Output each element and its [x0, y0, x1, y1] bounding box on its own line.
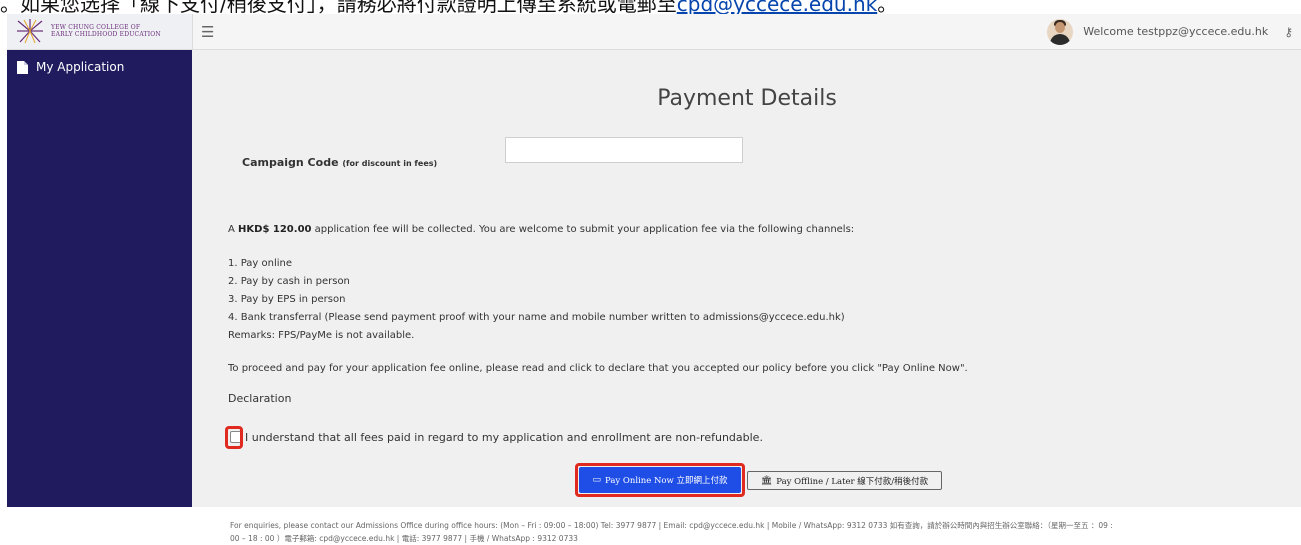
campaign-code-label: Campaign Code (for discount in fees) [242, 156, 437, 169]
user-area: Welcome testppz@yccece.edu.hk ⚷ [1047, 18, 1293, 45]
main-content: Payment Details Campaign Code (for disco… [193, 50, 1301, 543]
top-bar: YEW CHUNG COLLEGE OF EARLY CHILDHOOD EDU… [7, 14, 1301, 50]
brand-line2: EARLY CHILDHOOD EDUCATION [51, 31, 161, 38]
document-text-strip: 。如果您选择「線下支付/稍後支付」，請務必將付款證明上傳至系統或電郵至cpd@y… [0, 0, 1301, 14]
doc-strip-text: 。如果您选择「線下支付/稍後支付」，請務必將付款證明上傳至系統或電郵至cpd@y… [0, 0, 897, 14]
brand-logo[interactable]: YEW CHUNG COLLEGE OF EARLY CHILDHOOD EDU… [7, 14, 193, 49]
avatar[interactable] [1047, 18, 1074, 45]
footer-line1: For enquiries, please contact our Admiss… [230, 521, 1113, 530]
checkbox-highlight-annotation [225, 426, 243, 449]
channel-item: 1. Pay online [228, 258, 293, 269]
doc-strip-email-link[interactable]: cpd@yccece.edu.hk [677, 0, 877, 14]
declaration-heading: Declaration [228, 392, 292, 405]
channel-item: 2. Pay by cash in person [228, 276, 350, 287]
sidebar-item-label: My Application [36, 60, 125, 74]
fee-amount: HKD$ 120.00 [238, 224, 312, 235]
doc-strip-tail: 。 [877, 0, 898, 14]
credit-card-icon: ▭ [592, 475, 601, 485]
page-title: Payment Details [657, 86, 837, 111]
footer-line2: 00 – 18 : 00 ）電子郵箱: cpd@yccece.edu.hk | … [230, 534, 578, 543]
bank-icon: 🏛 [760, 475, 773, 486]
proceed-instructions: To proceed and pay for your application … [228, 363, 968, 374]
file-icon [17, 60, 28, 74]
campaign-code-hint: (for discount in fees) [342, 159, 438, 168]
pay-online-now-button[interactable]: ▭ Pay Online Now 立即網上付款 [579, 467, 741, 493]
fee-notice: A HKD$ 120.00 application fee will be co… [228, 224, 854, 235]
fee-prefix: A [228, 224, 239, 235]
channel-item: 4. Bank transferral (Please send payment… [228, 312, 845, 323]
brand-line1: YEW CHUNG COLLEGE OF [51, 24, 141, 31]
campaign-code-input[interactable] [505, 137, 743, 163]
welcome-text: Welcome testppz@yccece.edu.hk [1083, 25, 1269, 38]
declaration-text: I understand that all fees paid in regar… [245, 431, 763, 444]
pay-online-label: Pay Online Now 立即網上付款 [604, 476, 728, 486]
pay-offline-label: Pay Offline / Later 線下付款/稍後付款 [776, 476, 929, 487]
fee-suffix: application fee will be collected. You a… [311, 224, 855, 235]
channel-item: 3. Pay by EPS in person [228, 294, 346, 305]
footer-contact: For enquiries, please contact our Admiss… [230, 519, 1298, 545]
app-window: YEW CHUNG COLLEGE OF EARLY CHILDHOOD EDU… [7, 14, 1301, 543]
doc-strip-body: 。如果您选择「線下支付/稍後支付」，請務必將付款證明上傳至系統或電郵至 [0, 0, 677, 14]
menu-toggle-icon[interactable]: ☰ [201, 23, 214, 41]
remarks-text: Remarks: FPS/PayMe is not available. [228, 330, 415, 341]
brand-name: YEW CHUNG COLLEGE OF EARLY CHILDHOOD EDU… [51, 24, 161, 38]
sidebar-item-my-application[interactable]: My Application [17, 60, 124, 74]
pay-offline-later-button[interactable]: 🏛 Pay Offline / Later 線下付款/稍後付款 [747, 471, 942, 490]
key-icon[interactable]: ⚷ [1284, 25, 1293, 39]
sidebar: My Application [7, 50, 192, 507]
logo-icon [17, 19, 43, 44]
campaign-code-label-text: Campaign Code [242, 156, 339, 169]
